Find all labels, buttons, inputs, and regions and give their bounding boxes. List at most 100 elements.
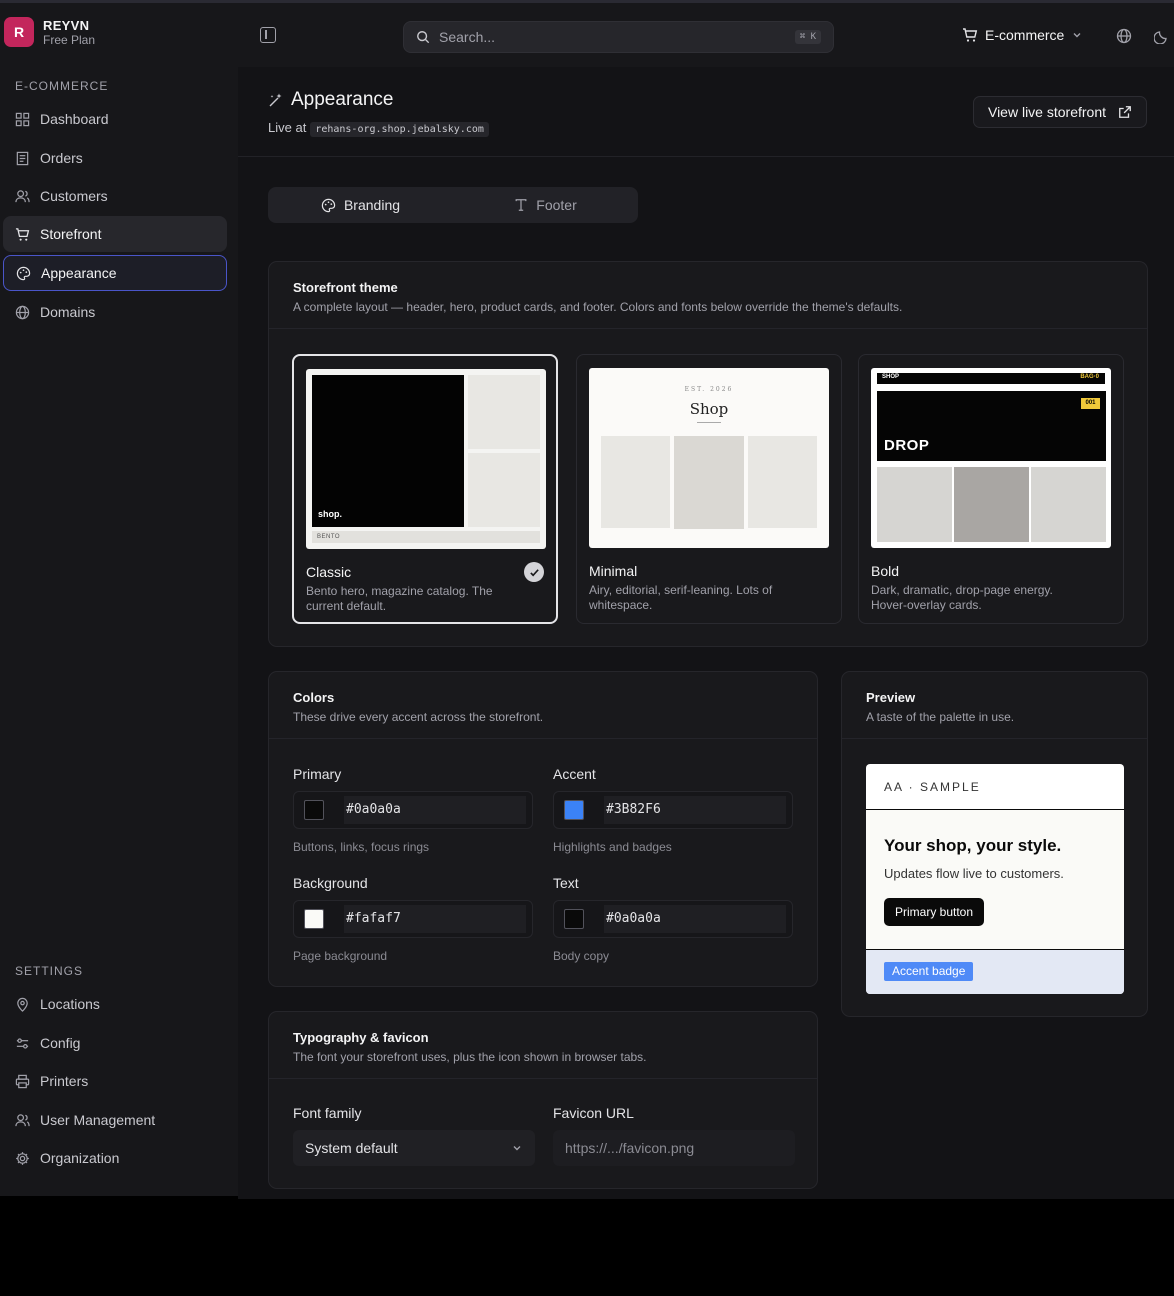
accent-color-label: Accent: [553, 766, 596, 782]
text-type-icon: [515, 199, 527, 211]
sidebar-item-label: Storefront: [40, 226, 102, 242]
theme-preview-bold: SHOP BAG·0 001 DROP: [871, 368, 1111, 548]
search-shortcut: ⌘ K: [794, 30, 821, 44]
brand-plan: Free Plan: [43, 32, 96, 47]
brand-name: REYVN: [43, 17, 90, 33]
sidebar-item-dashboard[interactable]: Dashboard: [3, 101, 227, 137]
page-title: Appearance: [291, 89, 393, 111]
card-title: Storefront theme: [293, 280, 398, 295]
page-header: Appearance Live at rehans-org.shop.jebals…: [238, 67, 1174, 157]
sidebar-item-storefront[interactable]: Storefront: [3, 216, 227, 252]
font-family-select[interactable]: System default: [293, 1130, 535, 1166]
accent-color-value[interactable]: #3B82F6: [604, 796, 786, 824]
search-input[interactable]: Search... ⌘ K: [403, 21, 834, 53]
preview-body-text: Updates flow live to customers.: [884, 866, 1064, 881]
wand-sparkle-icon: [269, 93, 282, 107]
store-switcher[interactable]: E-commerce: [962, 27, 1083, 43]
gear-icon: [16, 1151, 29, 1165]
brand-logo: R: [4, 17, 34, 47]
primary-color-hint: Buttons, links, focus rings: [293, 840, 430, 854]
card-header: Storefront theme A complete layout — hea…: [269, 262, 1147, 329]
palette-icon: [321, 198, 336, 212]
text-color-value[interactable]: #0a0a0a: [604, 905, 786, 933]
theme-toggle-icon[interactable]: [1154, 28, 1170, 44]
typography-card: Typography & favicon The font your store…: [268, 1011, 818, 1189]
preview-est: EST. 2026: [684, 386, 734, 393]
sidebar-item-user-management[interactable]: User Management: [3, 1102, 227, 1138]
sidebar-item-domains[interactable]: Domains: [3, 294, 227, 330]
cart-icon: [15, 227, 30, 241]
background-color-value[interactable]: #fafaf7: [344, 905, 526, 933]
preview-tile: [748, 436, 817, 528]
preview-headline: Your shop, your style.: [884, 836, 1062, 855]
sidebar-item-label: User Management: [40, 1112, 156, 1128]
customers-icon: [15, 189, 30, 202]
background-color-field[interactable]: #fafaf7: [293, 900, 533, 938]
accent-color-field[interactable]: #3B82F6: [553, 791, 793, 829]
search-icon: [417, 31, 430, 44]
favicon-url-input[interactable]: https://.../favicon.png: [553, 1130, 795, 1166]
palette-preview: AA · SAMPLE Your shop, your style. Updat…: [866, 764, 1124, 994]
search-placeholder: Search...: [439, 29, 496, 45]
sidebar-item-locations[interactable]: Locations: [3, 986, 227, 1022]
sidebar-item-orders[interactable]: Orders: [3, 140, 227, 176]
primary-color-field[interactable]: #0a0a0a: [293, 791, 533, 829]
card-title: Preview: [866, 690, 916, 705]
sidebar-item-printers[interactable]: Printers: [3, 1063, 227, 1099]
sidebar-item-customers[interactable]: Customers: [3, 178, 227, 214]
text-color-swatch[interactable]: [564, 909, 584, 929]
preview-footer: BENTO: [312, 531, 540, 543]
external-link-icon: [1119, 106, 1131, 118]
tab-branding[interactable]: Branding: [268, 187, 453, 223]
preview-body: Your shop, your style. Updates flow live…: [866, 810, 1124, 950]
view-live-label: View live storefront: [987, 104, 1106, 120]
sidebar-item-label: Config: [40, 1035, 81, 1051]
preview-primary-button[interactable]: Primary button: [884, 898, 985, 926]
view-live-storefront-button[interactable]: View live storefront: [973, 96, 1147, 128]
brand-switcher[interactable]: R REYVN Free Plan: [4, 17, 95, 47]
card-title: Colors: [293, 690, 335, 705]
primary-color-swatch[interactable]: [304, 800, 324, 820]
sidebar-section-ecommerce: E-COMMERCE: [15, 79, 109, 93]
tab-footer[interactable]: Footer: [453, 187, 638, 223]
sidebar-item-label: Customers: [40, 188, 108, 204]
preview-topbar: [877, 373, 1105, 384]
theme-preview-classic: shop. BENTO: [306, 369, 546, 549]
preview-accent-strip: Accent badge: [866, 950, 1124, 994]
language-globe-icon[interactable]: [1116, 28, 1132, 44]
live-url: rehans-org.shop.jebalsky.com: [310, 122, 489, 137]
sidebar-item-label: Orders: [40, 150, 83, 166]
preview-tile: [674, 436, 744, 529]
primary-color-value[interactable]: #0a0a0a: [344, 796, 526, 824]
app-window: R REYVN Free Plan Search... ⌘ K E-commer…: [0, 0, 1174, 1199]
preview-divider: [697, 422, 721, 423]
live-url-line: Live at rehans-org.shop.jebalsky.com: [268, 120, 489, 137]
live-prefix: Live at: [268, 120, 307, 135]
theme-option-bold[interactable]: SHOP BAG·0 001 DROP Bold Dark, dramatic,…: [858, 354, 1124, 624]
theme-name: Classic: [306, 564, 352, 580]
sidebar-item-config[interactable]: Config: [3, 1025, 227, 1061]
sidebar: E-COMMERCE Dashboard Orders Customers St…: [0, 67, 238, 1199]
sidebar-item-organization[interactable]: Organization: [3, 1140, 227, 1176]
sidebar-item-label: Dashboard: [40, 111, 109, 127]
theme-option-minimal[interactable]: EST. 2026 Shop Minimal Airy, editorial, …: [576, 354, 842, 624]
sidebar-section-settings: SETTINGS: [15, 964, 84, 978]
preview-text: shop.: [318, 509, 342, 519]
text-color-field[interactable]: #0a0a0a: [553, 900, 793, 938]
sidebar-toggle-icon[interactable]: [260, 27, 276, 43]
palette-icon: [16, 266, 31, 280]
preview-card: Preview A taste of the palette in use. A…: [841, 671, 1148, 1017]
preview-tile: [468, 453, 540, 527]
globe-icon: [15, 305, 30, 319]
preview-tile: [877, 467, 952, 542]
accent-color-swatch[interactable]: [564, 800, 584, 820]
preview-badge: 001: [1081, 398, 1100, 409]
background-color-hint: Page background: [293, 949, 388, 963]
preview-title: Shop: [689, 400, 729, 418]
primary-color-label: Primary: [293, 766, 342, 782]
theme-option-classic[interactable]: shop. BENTO Classic Bento hero, magazine…: [292, 354, 558, 624]
preview-tile: [1031, 467, 1106, 542]
sidebar-item-appearance[interactable]: Appearance: [3, 255, 227, 291]
text-color-label: Text: [553, 875, 579, 891]
background-color-swatch[interactable]: [304, 909, 324, 929]
